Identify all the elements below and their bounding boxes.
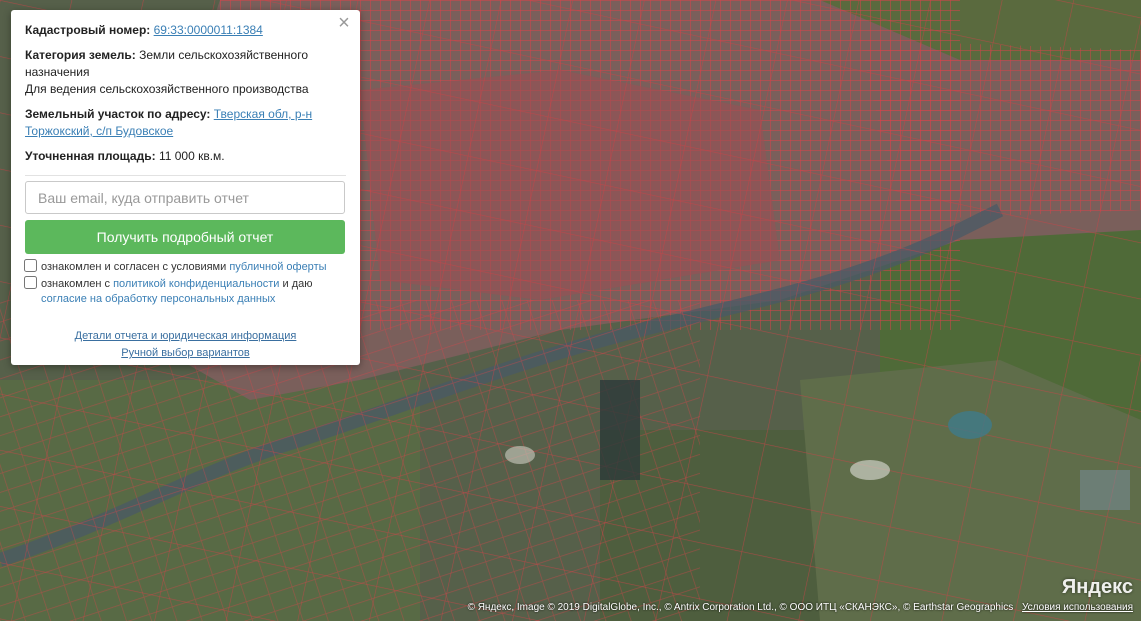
report-details-link[interactable]: Детали отчета и юридическая информация — [75, 330, 297, 342]
close-icon[interactable]: × — [336, 13, 352, 33]
terms-of-use-link[interactable]: Условия использования — [1022, 602, 1133, 613]
privacy-consent-text-2: и даю — [282, 278, 313, 290]
land-category-label: Категория земель: — [25, 48, 136, 62]
cadastral-number-link[interactable]: 69:33:0000011:1384 — [154, 23, 263, 37]
manual-selection-link[interactable]: Ручной выбор вариантов — [121, 347, 249, 359]
offer-consent-checkbox[interactable] — [24, 259, 37, 272]
privacy-consent-checkbox[interactable] — [24, 276, 37, 289]
privacy-consent-text: ознакомлен с — [41, 278, 111, 290]
offer-consent-text: ознакомлен и согласен с условиями — [41, 261, 227, 273]
cadastral-number-row: Кадастровый номер: 69:33:0000011:1384 — [25, 22, 346, 39]
personal-data-consent-link[interactable]: согласие на обработку персональных данны… — [41, 293, 275, 305]
privacy-consent-row: ознакомлен с политикой конфиденциальност… — [24, 276, 346, 307]
cadastral-number-label: Кадастровый номер: — [25, 23, 151, 37]
area-label: Уточненная площадь: — [25, 149, 156, 163]
yandex-logo: Яндекс — [1061, 576, 1133, 598]
address-label: Земельный участок по адресу: — [25, 107, 211, 121]
area-row: Уточненная площадь: 11 000 кв.м. — [25, 148, 346, 165]
email-input[interactable] — [25, 181, 345, 214]
land-usage-value: Для ведения сельскохозяйственного произв… — [25, 82, 309, 96]
privacy-policy-link[interactable]: политикой конфиденциальности — [113, 278, 279, 290]
popup-footer-links: Детали отчета и юридическая информация Р… — [25, 328, 346, 362]
offer-consent-row: ознакомлен и согласен с условиями публич… — [24, 259, 346, 275]
divider — [25, 175, 346, 176]
map-copyright: © Яндекс, Image © 2019 DigitalGlobe, Inc… — [468, 602, 1133, 613]
copyright-text: © Яндекс, Image © 2019 DigitalGlobe, Inc… — [467, 602, 1014, 613]
parcel-info-popup: × Кадастровый номер: 69:33:0000011:1384 … — [11, 10, 360, 365]
public-offer-link[interactable]: публичной оферты — [229, 261, 326, 273]
get-report-button[interactable]: Получить подробный отчет — [25, 220, 345, 254]
area-value: 11 000 кв.м. — [158, 149, 225, 163]
address-row: Земельный участок по адресу: Тверская об… — [25, 106, 346, 140]
land-category-row: Категория земель: Земли сельскохозяйстве… — [25, 47, 346, 98]
